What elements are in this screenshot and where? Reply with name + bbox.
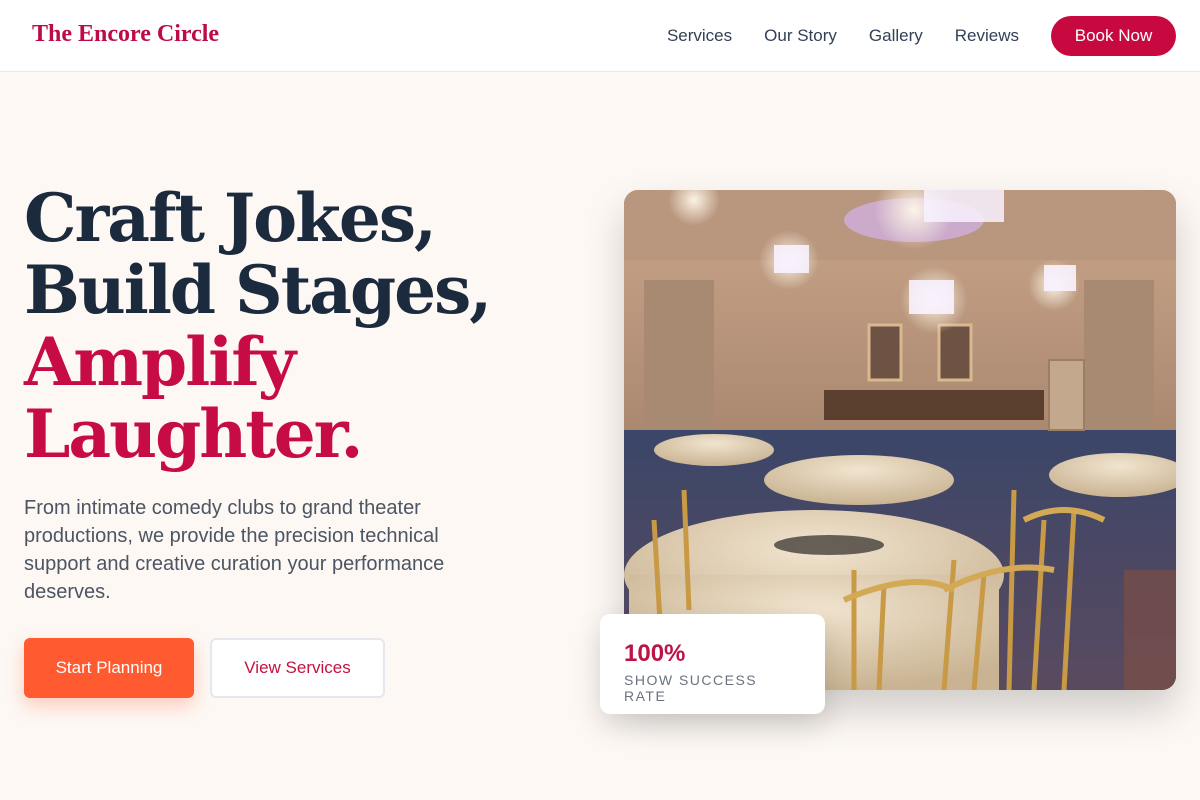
nav-link-services[interactable]: Services (667, 26, 732, 46)
nav-link-reviews[interactable]: Reviews (955, 26, 1019, 46)
start-planning-button[interactable]: Start Planning (24, 638, 194, 698)
nav-link-gallery[interactable]: Gallery (869, 26, 923, 46)
site-header: The Encore Circle Services Our Story Gal… (0, 0, 1200, 72)
headline-line-4: Laughter. (24, 395, 363, 473)
brand-logo[interactable]: The Encore Circle (32, 21, 219, 48)
hero-headline: Craft Jokes, Build Stages, Amplify Laugh… (24, 179, 492, 473)
headline-line-1: Craft Jokes, (24, 179, 437, 257)
main-nav: Services Our Story Gallery Reviews Book … (667, 0, 1176, 72)
view-services-button[interactable]: View Services (210, 638, 385, 698)
success-rate-card: 100% SHOW SUCCESS RATE (600, 614, 825, 714)
book-now-button[interactable]: Book Now (1051, 16, 1176, 56)
nav-link-our-story[interactable]: Our Story (764, 26, 837, 46)
headline-line-3: Amplify (24, 323, 296, 401)
hero-description: From intimate comedy clubs to grand thea… (24, 497, 445, 603)
success-rate-label: SHOW SUCCESS RATE (624, 672, 758, 704)
headline-line-2: Build Stages, (24, 251, 492, 329)
success-rate-value: 100% (624, 640, 686, 667)
